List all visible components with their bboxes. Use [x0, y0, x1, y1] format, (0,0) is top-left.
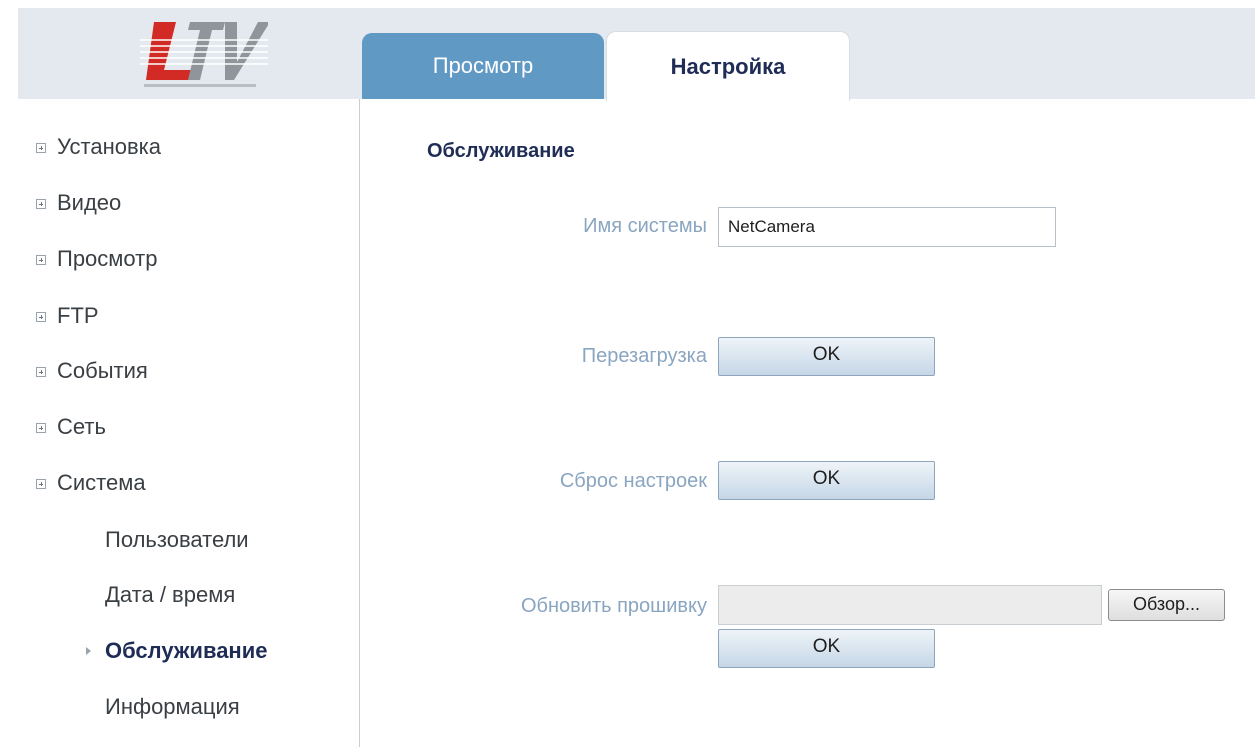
sidebar-item-video[interactable]: Видео: [36, 188, 121, 218]
tab-view[interactable]: Просмотр: [362, 33, 604, 99]
sidebar-item-setup[interactable]: Установка: [36, 132, 161, 162]
sidebar-item-ftp[interactable]: FTP: [36, 301, 99, 331]
page-title: Обслуживание: [427, 140, 575, 162]
sidebar-item-network[interactable]: Сеть: [36, 412, 106, 442]
firmware-label: Обновить прошивку: [520, 595, 707, 617]
tab-view-label: Просмотр: [432, 53, 534, 78]
sidebar-subitem-datetime[interactable]: Дата / время: [105, 580, 235, 610]
active-arrow-icon: [86, 647, 91, 655]
sidebar-subitem-label: Пользователи: [105, 527, 249, 552]
expand-plus-icon[interactable]: [36, 255, 46, 265]
sidebar-item-label: Система: [57, 470, 146, 495]
sidebar-item-label: Просмотр: [57, 246, 158, 271]
sidebar-subitem-info[interactable]: Информация: [105, 692, 240, 722]
ltv-logo: [130, 18, 270, 90]
expand-plus-icon[interactable]: [36, 423, 46, 433]
expand-plus-icon[interactable]: [36, 199, 46, 209]
expand-plus-icon[interactable]: [36, 143, 46, 153]
sidebar-item-label: События: [57, 358, 148, 383]
reset-ok-button[interactable]: OK: [718, 461, 935, 500]
reboot-label: Перезагрузка: [581, 345, 707, 367]
sidebar-subitem-label: Дата / время: [105, 582, 236, 607]
sidebar-item-label: Установка: [57, 134, 161, 159]
sidebar-item-events[interactable]: События: [36, 356, 148, 386]
sidebar-item-view[interactable]: Просмотр: [36, 244, 157, 274]
sidebar-subitem-label: Обслуживание: [105, 638, 268, 663]
expand-plus-icon[interactable]: [36, 367, 46, 377]
expand-plus-icon[interactable]: [36, 479, 46, 489]
sidebar-subitem-users[interactable]: Пользователи: [105, 525, 249, 555]
sidebar-item-system[interactable]: Система: [36, 468, 146, 498]
tab-settings-label: Настройка: [670, 53, 786, 79]
sidebar-item-label: Видео: [57, 190, 122, 215]
firmware-ok-button[interactable]: OK: [718, 629, 935, 668]
firmware-file-input[interactable]: [718, 585, 1102, 625]
reset-label: Сброс настроек: [559, 470, 707, 492]
sidebar-item-label: FTP: [57, 303, 99, 328]
browse-button[interactable]: Обзор...: [1108, 589, 1225, 621]
sidebar-item-label: Сеть: [57, 414, 106, 439]
sidebar-subitem-maintenance[interactable]: Обслуживание: [105, 636, 267, 666]
system-name-label: Имя системы: [583, 215, 707, 237]
tab-settings[interactable]: Настройка: [606, 31, 850, 101]
expand-plus-icon[interactable]: [36, 312, 46, 322]
sidebar-subitem-label: Информация: [105, 694, 240, 719]
reboot-ok-button[interactable]: OK: [718, 337, 935, 376]
system-name-input[interactable]: [718, 207, 1056, 247]
